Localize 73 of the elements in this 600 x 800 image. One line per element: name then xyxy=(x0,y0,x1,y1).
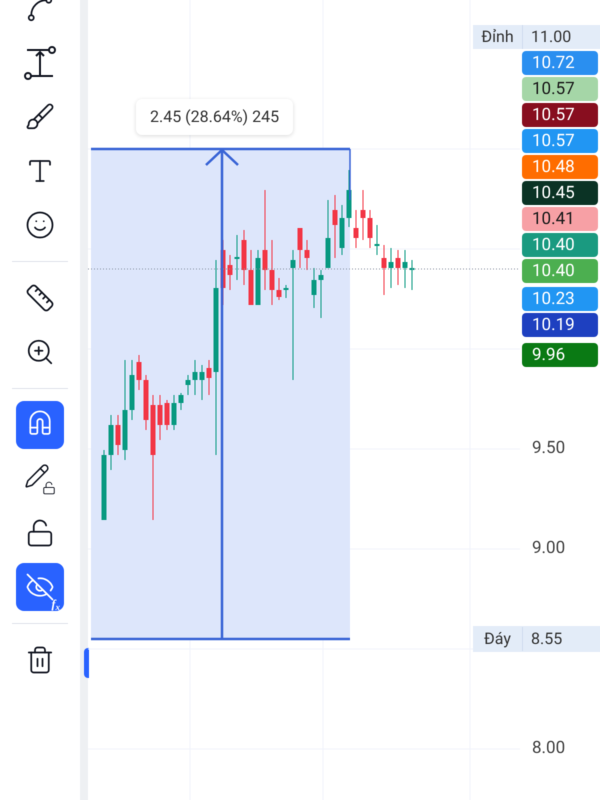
candlestick xyxy=(374,224,380,256)
candlestick xyxy=(346,170,352,228)
price-tag: 10.23 xyxy=(522,287,598,311)
candlestick xyxy=(234,234,240,280)
candlestick xyxy=(298,228,302,268)
candlestick xyxy=(402,250,408,288)
candlestick xyxy=(178,392,184,410)
toolbar-tool-button[interactable]: f$_{x}$ xyxy=(16,563,64,611)
candlestick xyxy=(192,360,198,396)
candlestick xyxy=(284,284,288,298)
price-tag: 10.48 xyxy=(522,155,598,179)
candlestick xyxy=(340,204,344,256)
candlestick xyxy=(186,374,190,396)
candlestick xyxy=(256,250,260,306)
unlock-icon xyxy=(25,518,55,548)
low-marker-label: Đáy xyxy=(483,628,512,650)
price-axis-label: 9.00 xyxy=(532,540,566,557)
price-tag: 10.57 xyxy=(522,129,598,153)
candlestick xyxy=(228,254,232,290)
measurement-right-edge xyxy=(349,149,351,200)
candlestick xyxy=(276,278,282,300)
candlestick xyxy=(248,250,254,306)
price-axis-label: 8.00 xyxy=(532,740,566,757)
brush-icon xyxy=(25,102,55,132)
measurement-label: 2.45 (28.64%) 245 xyxy=(136,99,294,135)
high-marker-label: Đỉnh xyxy=(480,26,515,48)
zoom-in-icon xyxy=(25,337,55,367)
candlestick xyxy=(136,354,142,390)
candlestick xyxy=(332,194,338,258)
low-marker-price: 8.55 xyxy=(522,627,600,651)
price-tag: 10.41 xyxy=(522,207,598,231)
measurement-area[interactable] xyxy=(91,149,350,639)
candlestick xyxy=(318,270,324,318)
candlestick xyxy=(368,210,372,248)
candlestick xyxy=(200,364,204,400)
candlestick xyxy=(206,360,212,396)
price-tag: 10.72 xyxy=(522,51,598,75)
price-tag: 10.57 xyxy=(522,77,598,101)
candlestick xyxy=(116,414,120,456)
candlestick xyxy=(304,240,310,270)
candlestick xyxy=(354,210,358,248)
price-tag: 10.40 xyxy=(522,233,598,257)
candlestick xyxy=(382,244,386,296)
candlestick xyxy=(410,260,414,290)
pencil-lock-icon xyxy=(24,463,56,495)
candlestick xyxy=(388,248,394,288)
candlestick xyxy=(326,200,330,268)
candlestick xyxy=(242,230,246,286)
measure-line-icon xyxy=(23,46,57,80)
formula-label: f$_{x}$ xyxy=(52,598,60,610)
panel-handle[interactable] xyxy=(84,648,89,678)
candlestick xyxy=(130,360,134,420)
price-tag: 10.45 xyxy=(522,181,598,205)
curve-tool-icon xyxy=(25,0,55,24)
candlestick xyxy=(172,394,176,430)
price-tag: 10.40 xyxy=(522,259,598,283)
candlestick xyxy=(270,240,274,306)
trash-icon xyxy=(25,645,55,675)
candlestick xyxy=(312,268,316,308)
candlestick xyxy=(158,394,162,440)
price-tag: 9.96 xyxy=(522,343,598,367)
smiley-icon xyxy=(25,210,55,240)
candlestick xyxy=(144,374,148,430)
price-axis-label: 9.50 xyxy=(532,440,566,457)
candlestick xyxy=(164,400,170,430)
candlestick xyxy=(360,190,366,240)
price-tag: 10.57 xyxy=(522,103,598,127)
high-marker-price: 11.00 xyxy=(522,25,600,49)
candlestick xyxy=(102,450,106,520)
ruler-icon xyxy=(25,283,55,313)
candlestick xyxy=(396,250,400,286)
price-tag: 10.19 xyxy=(522,313,598,337)
candlestick xyxy=(108,414,114,470)
